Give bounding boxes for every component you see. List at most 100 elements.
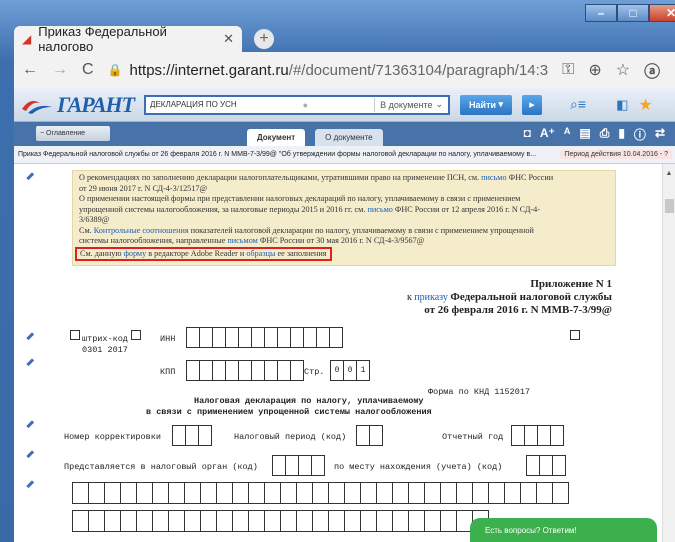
back-icon[interactable]: ← — [22, 61, 38, 79]
note-line: ФНС России от 12 апреля 2016 г. N СД-4- — [394, 204, 540, 214]
close-tab-icon[interactable]: ✕ — [223, 31, 234, 47]
search-scope-label: В документе — [380, 99, 433, 110]
maximize-button[interactable]: □ — [617, 4, 649, 22]
info-icon[interactable]: ⓘ — [634, 126, 646, 143]
tax-authority-field[interactable] — [272, 455, 325, 476]
address-bar[interactable]: 🔒 https://internet.garant.ru/#/document/… — [108, 62, 549, 79]
contents-label: Оглавление — [46, 130, 86, 137]
garant-logo[interactable]: ГАРАНТ — [20, 91, 135, 118]
clear-search-icon[interactable]: ● — [303, 100, 308, 110]
note-line: упрощенной системы налогообложения, за н… — [79, 204, 366, 214]
window-controls: – □ ✕ — [585, 4, 675, 22]
inn-label: ИНН — [160, 334, 176, 344]
note-line: См. данную — [80, 248, 122, 258]
barcode-marker — [70, 330, 80, 340]
search-scope-select[interactable]: В документе ⌄ — [374, 97, 448, 112]
correction-label: Номер корректировки — [64, 432, 161, 442]
logo-text: ГАРАНТ — [57, 91, 135, 117]
list-search-icon[interactable]: ⌕≡ — [570, 96, 586, 113]
declaration-title: Налоговая декларация по налогу, уплачива… — [194, 396, 424, 406]
comment-pin-icon[interactable] — [26, 332, 38, 344]
location-label: по месту нахождения (учета) (код) — [334, 462, 503, 472]
note-line: 3/6389@ — [79, 215, 110, 224]
note-line: См. — [79, 225, 92, 235]
comment-pin-icon[interactable] — [26, 480, 38, 492]
speech-icon[interactable]: ◘ — [524, 126, 531, 143]
chat-label: Есть вопросы? Ответим! — [485, 525, 577, 535]
info-note: О рекомендациях по заполнению декларации… — [72, 170, 616, 266]
tab-bar: ◢ Приказ Федеральной налогово ✕ + — [14, 24, 274, 54]
kpp-field[interactable] — [186, 360, 304, 381]
note-link[interactable]: письмо — [367, 205, 392, 214]
barcode-marker — [131, 330, 141, 340]
comment-pin-icon[interactable] — [26, 172, 38, 184]
appendix-line: от 26 февраля 2016 г. N ММВ-7-3/99@ — [424, 304, 612, 316]
chat-widget[interactable]: Есть вопросы? Ответим! — [470, 518, 657, 542]
order-link[interactable]: приказу — [414, 292, 448, 303]
bookmark-icon[interactable]: ▮ — [618, 126, 625, 143]
search-input[interactable]: ДЕКЛАРАЦИЯ ПО УСН ● В документе ⌄ — [144, 94, 451, 115]
garant-favicon-icon: ◢ — [22, 32, 32, 46]
correction-field[interactable] — [172, 425, 212, 446]
users-icon[interactable]: ◧ — [616, 97, 628, 113]
location-field[interactable] — [526, 455, 566, 476]
inn-field[interactable] — [186, 327, 343, 348]
note-link[interactable]: письмом — [227, 236, 257, 245]
barcode-number: 0301 2017 — [82, 345, 128, 355]
star-icon[interactable]: ☆ — [616, 60, 630, 80]
reload-icon[interactable]: C — [82, 61, 94, 79]
taxpayer-name-row[interactable] — [72, 510, 489, 532]
page-label: Стр. — [304, 367, 325, 377]
browser-tab[interactable]: ◢ Приказ Федеральной налогово ✕ — [14, 24, 242, 54]
new-tab-button[interactable]: + — [254, 29, 274, 49]
page-number-field[interactable]: 0 0 1 — [330, 360, 370, 381]
vertical-scrollbar[interactable]: ▲ — [662, 164, 675, 542]
note-line: показателей налоговой декларации по нало… — [190, 225, 534, 235]
save-icon[interactable]: ▤ — [579, 126, 590, 143]
forward-icon[interactable]: → — [52, 61, 68, 79]
key-icon[interactable]: ⚿ — [562, 61, 574, 79]
kpp-label: КПП — [160, 367, 176, 377]
form-link[interactable]: форму — [124, 249, 147, 258]
comment-pin-icon[interactable] — [26, 420, 38, 432]
appendix-line: Федеральной налоговой службы — [450, 291, 612, 303]
contents-button[interactable]: − Оглавление — [36, 126, 110, 141]
page-digit: 1 — [356, 360, 370, 381]
advanced-search-button[interactable]: ▸ — [522, 94, 543, 115]
favorites-icon[interactable]: ★ — [638, 95, 652, 115]
note-link[interactable]: Контрольные соотношения — [94, 226, 189, 235]
tab-about-document[interactable]: О документе — [315, 129, 383, 146]
document-breadcrumb: Приказ Федеральной налоговой службы от 2… — [14, 146, 675, 164]
url-host: https://internet.garant.ru — [129, 61, 289, 79]
tax-period-field[interactable] — [356, 425, 383, 446]
taxpayer-name-row[interactable] — [72, 482, 569, 504]
find-button[interactable]: Найти ▾ — [460, 94, 513, 115]
breadcrumb-title[interactable]: Приказ Федеральной налоговой службы от 2… — [18, 151, 536, 158]
minimize-button[interactable]: – — [585, 4, 617, 22]
url-path: /#/document/71363104/paragraph/14:3 — [288, 61, 549, 79]
close-window-button[interactable]: ✕ — [649, 4, 675, 22]
corner-marker — [570, 330, 580, 340]
appendix-line: к — [406, 292, 412, 303]
comment-pin-icon[interactable] — [26, 358, 38, 370]
font-increase-icon[interactable]: A⁺ — [540, 126, 555, 143]
samples-link[interactable]: образцы — [246, 249, 275, 258]
note-link[interactable]: письмо — [481, 173, 506, 182]
browser-toolbar: ← → C 🔒 https://internet.garant.ru/#/doc… — [14, 52, 675, 88]
print-icon[interactable]: ⎙ — [600, 126, 610, 143]
font-decrease-icon[interactable]: A — [564, 126, 571, 143]
scroll-up-icon[interactable]: ▲ — [663, 170, 675, 177]
account-icon[interactable]: ⓐ — [644, 58, 660, 82]
tab-document[interactable]: Документ — [247, 129, 306, 146]
share-icon[interactable]: ⇄ — [655, 126, 665, 143]
report-year-field[interactable] — [511, 425, 564, 446]
tax-period-label: Налоговый период (код) — [234, 432, 347, 442]
comment-pin-icon[interactable] — [26, 450, 38, 462]
search-value: ДЕКЛАРАЦИЯ ПО УСН — [150, 100, 237, 109]
scroll-thumb[interactable] — [665, 199, 674, 213]
lock-icon: 🔒 — [107, 63, 123, 77]
find-label: Найти — [469, 99, 497, 110]
declaration-subtitle: в связи с применением упрощенной системы… — [146, 407, 432, 417]
zoom-icon[interactable]: ⊕ — [588, 60, 601, 80]
document-tools: ◘ A⁺ A ▤ ⎙ ▮ ⓘ ⇄ — [524, 126, 665, 143]
